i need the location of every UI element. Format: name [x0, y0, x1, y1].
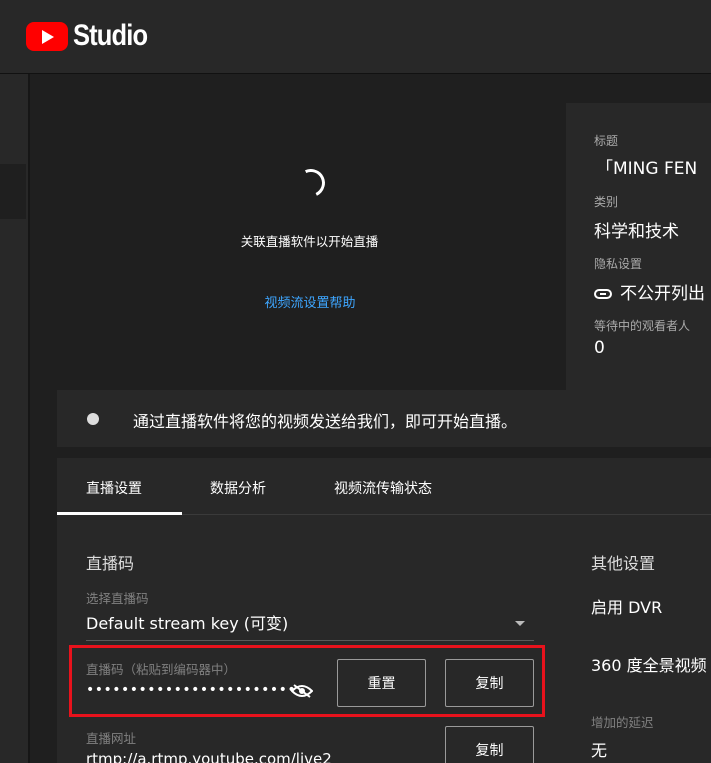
select-underline: [86, 640, 534, 641]
stream-status-bar: 通过直播软件将您的视频发送给我们，即可开始直播。: [57, 390, 711, 447]
waiting-viewers-value: 0: [594, 338, 605, 358]
category-value: 科学和技术: [594, 222, 679, 242]
stream-url-field[interactable]: rtmp://a.rtmp.youtube.com/live2: [86, 750, 332, 763]
loading-spinner-icon: [293, 165, 329, 201]
link-icon: [594, 289, 612, 299]
latency-value[interactable]: 无: [591, 737, 607, 761]
waiting-viewers-label: 等待中的观看者人: [594, 319, 691, 333]
category-label: 类别: [594, 195, 619, 209]
preview-message: 关联直播软件以开始直播: [240, 234, 379, 249]
logo-text: Studio: [73, 19, 148, 52]
stream-setup-help-link[interactable]: 视频流设置帮助: [240, 292, 380, 311]
tab-stream-settings[interactable]: 直播设置: [86, 478, 142, 498]
tab-stream-health[interactable]: 视频流传输状态: [334, 478, 432, 498]
privacy-value: 不公开列出: [594, 279, 705, 304]
other-settings-title: 其他设置: [591, 554, 656, 573]
stream-url-label: 直播网址: [86, 731, 137, 746]
stream-preview: 关联直播软件以开始直播 视频流设置帮助: [57, 103, 565, 388]
status-dot-icon: [87, 413, 99, 425]
youtube-studio-logo[interactable]: Studio: [26, 19, 160, 52]
latency-label: 增加的延迟: [591, 715, 654, 730]
top-bar: Studio: [0, 0, 711, 74]
settings-tabs: 直播设置 数据分析 视频流传输状态: [57, 458, 711, 515]
status-message: 通过直播软件将您的视频发送给我们，即可开始直播。: [133, 412, 518, 431]
select-stream-key-label: 选择直播码: [86, 591, 149, 606]
enable-dvr-option[interactable]: 启用 DVR: [591, 594, 662, 618]
title-value: 「MING FEN: [596, 159, 698, 179]
360-video-option[interactable]: 360 度全景视频: [591, 652, 707, 676]
dropdown-arrow-icon[interactable]: [515, 621, 525, 626]
stream-key-section-title: 直播码: [86, 554, 135, 573]
privacy-value-text: 不公开列出: [620, 284, 705, 304]
stream-settings-panel: 直播设置 数据分析 视频流传输状态 直播码 选择直播码 Default stre…: [57, 458, 711, 763]
tab-analytics[interactable]: 数据分析: [210, 478, 266, 498]
active-tab-indicator: [57, 512, 182, 515]
sidebar-divider: [28, 74, 30, 763]
sidebar-active-item[interactable]: [0, 164, 26, 219]
stream-key-select[interactable]: Default stream key (可变): [86, 610, 288, 634]
stream-key-highlight-box: [69, 645, 545, 717]
privacy-label: 隐私设置: [594, 257, 643, 271]
youtube-play-icon: [26, 21, 68, 51]
left-sidebar: [0, 74, 28, 763]
stream-info-panel: 标题 「MING FEN 类别 科学和技术 隐私设置 不公开列出 等待中的观看者…: [566, 103, 711, 390]
title-label: 标题: [594, 134, 619, 148]
copy-stream-url-button[interactable]: 复制: [445, 726, 534, 763]
